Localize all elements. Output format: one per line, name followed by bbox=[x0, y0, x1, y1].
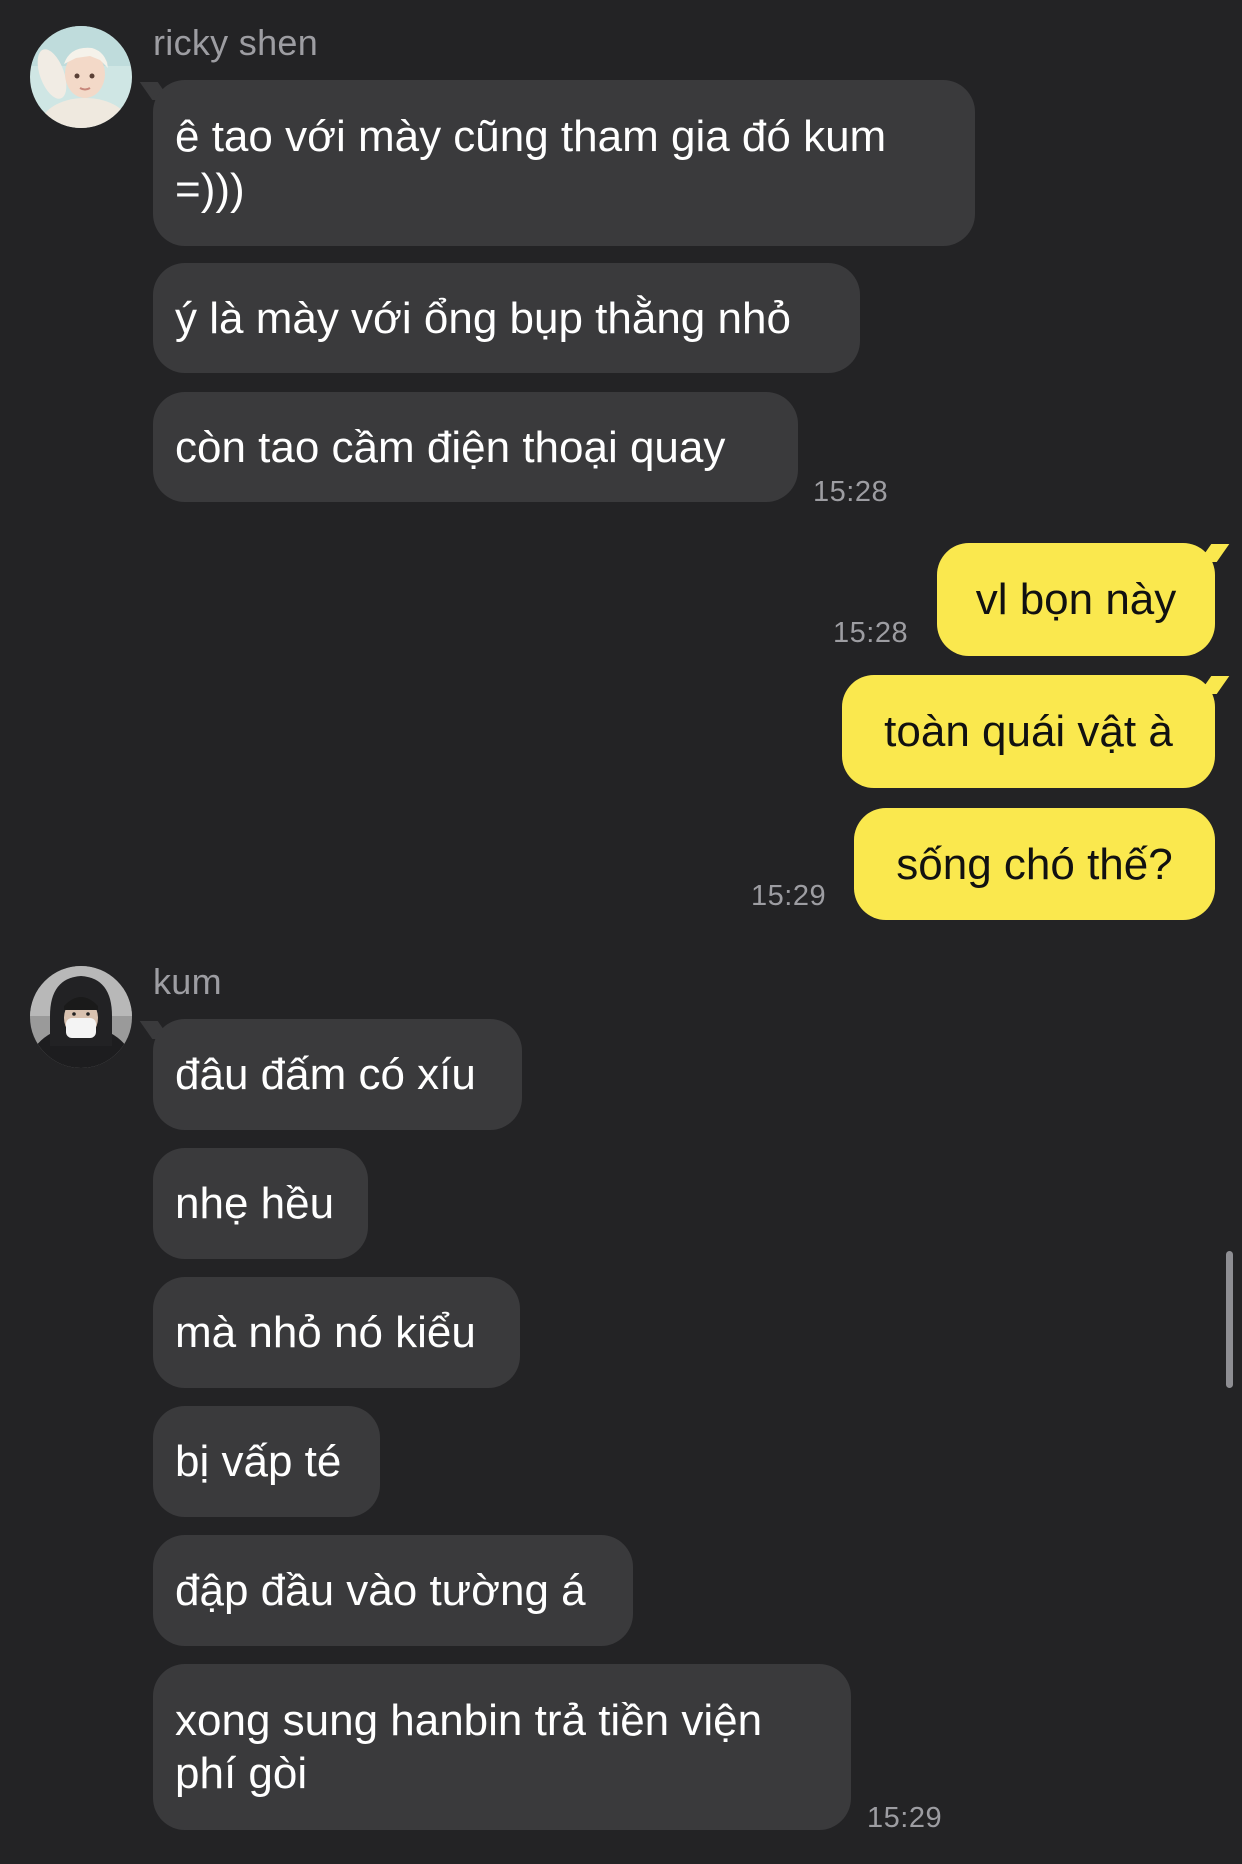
scrollbar[interactable] bbox=[1226, 1251, 1233, 1388]
message-text: đâu đấm có xíu bbox=[175, 1050, 476, 1099]
message-bubble-outgoing[interactable]: toàn quái vật à bbox=[842, 675, 1215, 788]
message-timestamp: 15:29 bbox=[867, 1802, 943, 1834]
message-bubble-incoming[interactable]: xong sung hanbin trả tiền viện phí gòi bbox=[153, 1664, 851, 1830]
message-bubble-incoming[interactable]: ý là mày với ổng bụp thằng nhỏ bbox=[153, 263, 860, 373]
avatar-photo-icon bbox=[30, 26, 132, 128]
message-text: nhẹ hều bbox=[175, 1179, 335, 1228]
message-bubble-outgoing[interactable]: vl bọn này bbox=[937, 543, 1215, 656]
message-bubble-incoming[interactable]: nhẹ hều bbox=[153, 1148, 368, 1259]
message-text: bị vấp té bbox=[175, 1437, 342, 1486]
message-bubble-incoming[interactable]: đâu đấm có xíu bbox=[153, 1019, 522, 1130]
message-bubble-incoming[interactable]: mà nhỏ nó kiểu bbox=[153, 1277, 520, 1388]
message-bubble-incoming[interactable]: ê tao với mày cũng tham gia đó kum =))) bbox=[153, 80, 975, 246]
message-text: mà nhỏ nó kiểu bbox=[175, 1308, 476, 1357]
message-text: còn tao cầm điện thoại quay bbox=[175, 422, 726, 472]
message-text: đập đầu vào tường á bbox=[175, 1566, 586, 1615]
message-bubble-outgoing[interactable]: sống chó thế? bbox=[854, 808, 1215, 920]
avatar-photo-icon bbox=[30, 966, 132, 1068]
avatar[interactable] bbox=[30, 966, 132, 1068]
message-timestamp: 15:28 bbox=[833, 617, 909, 649]
message-timestamp: 15:28 bbox=[813, 476, 889, 508]
message-bubble-incoming[interactable]: còn tao cầm điện thoại quay bbox=[153, 392, 798, 502]
message-text: vl bọn này bbox=[975, 575, 1177, 624]
message-timestamp: 15:29 bbox=[751, 880, 827, 912]
message-text: toàn quái vật à bbox=[884, 707, 1173, 756]
message-bubble-incoming[interactable]: đập đầu vào tường á bbox=[153, 1535, 633, 1646]
message-text: ý là mày với ổng bụp thằng nhỏ bbox=[175, 293, 791, 343]
message-text: ê tao với mày cũng tham gia đó kum =))) bbox=[175, 112, 887, 214]
message-text: sống chó thế? bbox=[896, 839, 1173, 889]
sender-name: ricky shen bbox=[153, 22, 319, 63]
message-text: xong sung hanbin trả tiền viện phí gòi bbox=[175, 1696, 763, 1798]
message-bubble-incoming[interactable]: bị vấp té bbox=[153, 1406, 380, 1517]
avatar[interactable] bbox=[30, 26, 132, 128]
sender-name: kum bbox=[153, 961, 222, 1002]
